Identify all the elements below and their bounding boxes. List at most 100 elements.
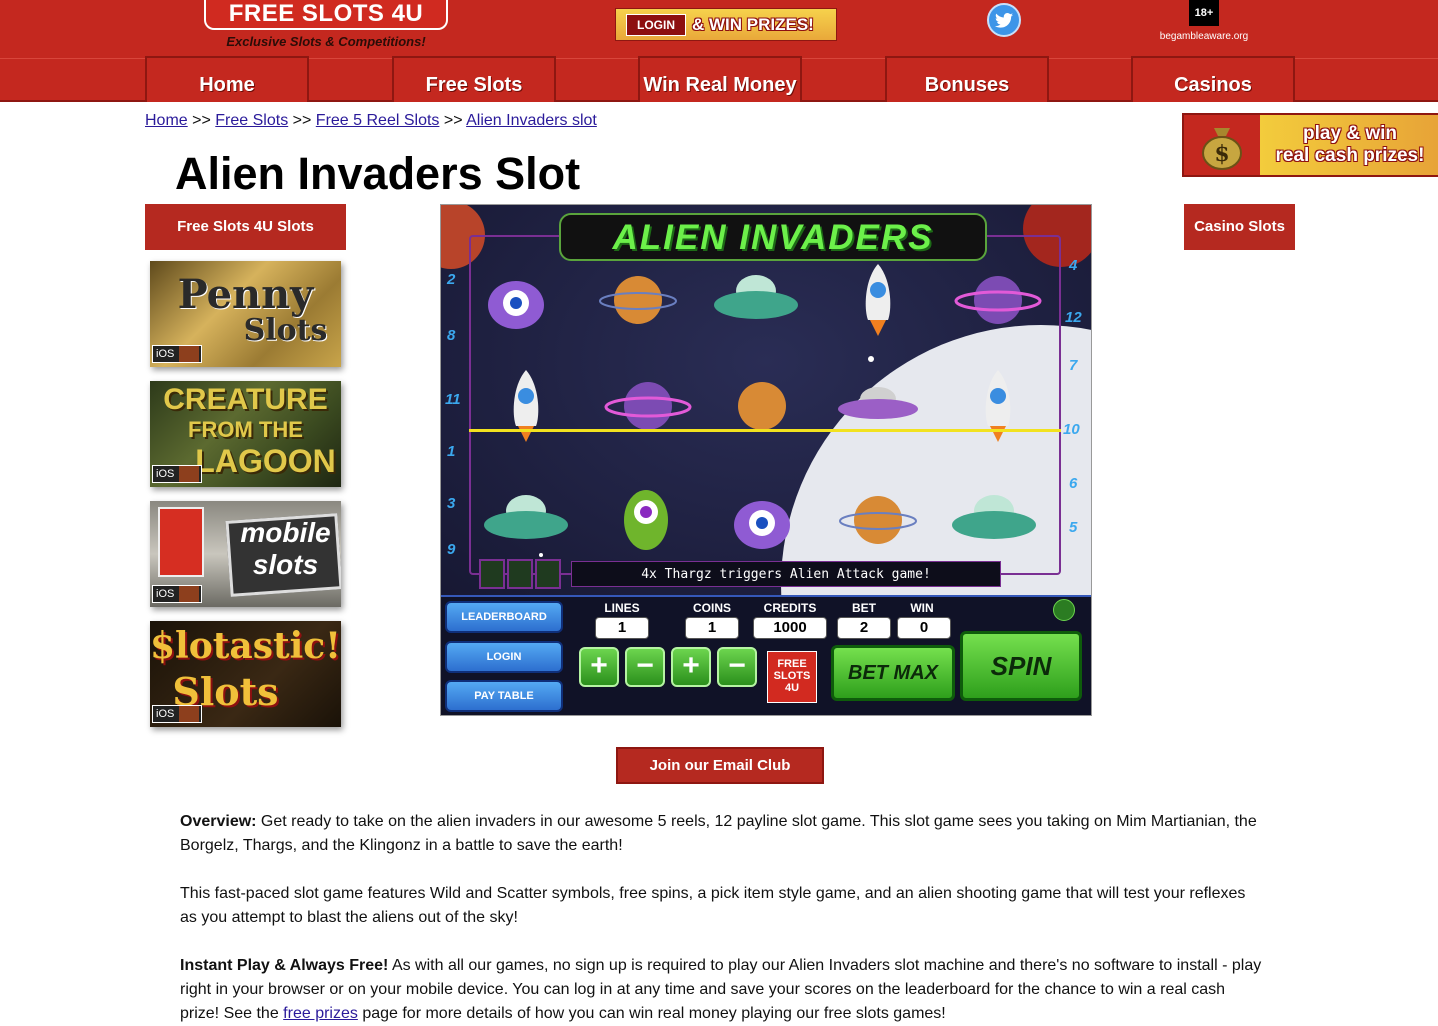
free-prizes-link[interactable]: free prizes (283, 1005, 358, 1022)
rocket-icon (481, 361, 571, 451)
overview-paragraph: Overview: Get ready to take on the alien… (180, 810, 1262, 858)
rocket-icon (833, 255, 923, 345)
creature-lagoon-thumb[interactable]: CREATURE FROM THE LAGOON iOS (150, 381, 341, 487)
instant-play-label: Instant Play & Always Free! (180, 957, 389, 974)
coins-label: COINS (692, 601, 731, 615)
coins-minus-button[interactable]: − (717, 647, 757, 687)
sound-toggle-icon[interactable] (1053, 599, 1075, 621)
payline-number-left[interactable]: 1 (447, 443, 455, 460)
play-win-text: play & win real cash prizes! (1260, 123, 1438, 167)
breadcrumb-free-slots[interactable]: Free Slots (215, 112, 288, 129)
payline-number-right[interactable]: 12 (1065, 309, 1082, 326)
android-icon (179, 466, 199, 482)
penny-slots-thumb[interactable]: Penny Slots iOS (150, 261, 341, 367)
mobile-slots-title-2: slots (252, 549, 319, 580)
free-slots-4u-slots-header[interactable]: Free Slots 4U Slots (145, 204, 346, 250)
overview-text: Get ready to take on the alien invaders … (180, 813, 1257, 854)
bet-max-button[interactable]: BET MAX (831, 645, 955, 701)
payline-number-right[interactable]: 4 (1069, 257, 1077, 274)
breadcrumb: Home >> Free Slots >> Free 5 Reel Slots … (145, 112, 597, 130)
ufo-icon (711, 255, 801, 345)
credits-value: 1000 (753, 617, 827, 639)
bet-value: 2 (837, 617, 891, 639)
lines-value: 1 (595, 617, 649, 639)
site-header: FREE SLOTS 4U Exclusive Slots & Competit… (0, 0, 1438, 102)
casino-slots-header[interactable]: Casino Slots (1184, 204, 1295, 250)
android-icon (179, 346, 199, 362)
payline-number-right[interactable]: 10 (1063, 421, 1080, 438)
os-badge: iOS (152, 465, 202, 483)
creature-title-1: CREATURE (163, 383, 328, 416)
instant-play-text-end: page for more details of how you can win… (357, 1005, 946, 1022)
penny-slots-title: Penny (177, 271, 314, 318)
bonus-indicators (479, 559, 563, 594)
bonus-indicator (535, 559, 561, 589)
win-label: WIN (910, 601, 934, 615)
mobile-slots-thumb[interactable]: mobile slots iOS (150, 501, 341, 607)
age-18-badge: 18+ (1189, 0, 1219, 26)
lines-minus-button[interactable]: − (625, 647, 665, 687)
spin-button[interactable]: SPIN (960, 631, 1082, 701)
twitter-icon[interactable] (987, 3, 1021, 37)
win-value: 0 (897, 617, 951, 639)
page-title: Alien Invaders Slot (175, 148, 581, 199)
nav-tab-win-real-money[interactable]: Win Real Money (638, 56, 802, 102)
orange-planet-icon (717, 361, 807, 451)
payline-number-left[interactable]: 2 (447, 271, 455, 288)
breadcrumb-free-5-reel-slots[interactable]: Free 5 Reel Slots (316, 112, 440, 129)
coins-plus-button[interactable]: + (671, 647, 711, 687)
penny-slots-subtitle: Slots (243, 313, 328, 348)
instant-play-paragraph: Instant Play & Always Free! As with all … (180, 954, 1262, 1026)
play-win-ad-banner[interactable]: $ play & win real cash prizes! (1182, 113, 1438, 177)
login-button[interactable]: LOGIN (626, 13, 686, 36)
game-message: 4x Thargz triggers Alien Attack game! (571, 561, 1001, 587)
alien-purple-icon (471, 255, 561, 345)
purple-planet-icon (603, 361, 693, 451)
leaderboard-button[interactable]: LEADERBOARD (445, 601, 563, 633)
alien-invaders-game[interactable]: ALIEN INVADERS 2 8 11 1 3 9 4 12 7 10 6 … (440, 204, 1092, 716)
coins-value: 1 (685, 617, 739, 639)
credits-label: CREDITS (763, 601, 817, 615)
ufo-icon (833, 361, 923, 451)
lines-label: LINES (604, 601, 640, 615)
lines-plus-button[interactable]: + (579, 647, 619, 687)
join-email-club-button[interactable]: Join our Email Club (616, 747, 824, 784)
ios-badge-label: iOS (156, 468, 175, 480)
login-win-banner[interactable]: LOGIN & WIN PRIZES! (615, 8, 837, 41)
game-title-logo: ALIEN INVADERS (559, 213, 987, 261)
nav-tab-bonuses[interactable]: Bonuses (885, 56, 1049, 102)
creature-title-2: FROM THE (188, 417, 303, 442)
free-slots-4u-game-logo: FREE SLOTS 4U (767, 651, 817, 703)
site-logo[interactable]: FREE SLOTS 4U (204, 0, 448, 30)
breadcrumb-current[interactable]: Alien Invaders slot (466, 112, 597, 129)
overview-label: Overview: (180, 813, 257, 830)
nav-tab-free-slots[interactable]: Free Slots (392, 56, 556, 102)
mobile-slots-title-1: mobile (240, 517, 331, 548)
payline-number-left[interactable]: 3 (447, 495, 455, 512)
nav-tab-home[interactable]: Home (145, 56, 309, 102)
nav-tab-casinos[interactable]: Casinos (1131, 56, 1295, 102)
payline-number-left[interactable]: 9 (447, 541, 455, 558)
bonus-indicator (507, 559, 533, 589)
os-badge: iOS (152, 705, 202, 723)
os-badge: iOS (152, 585, 202, 603)
payline-number-left[interactable]: 8 (447, 327, 455, 344)
orange-planet-icon (833, 475, 923, 565)
payline-number-right[interactable]: 6 (1069, 475, 1077, 492)
orange-planet-icon (593, 255, 683, 345)
os-badge: iOS (152, 345, 202, 363)
alien-green-icon (601, 475, 691, 565)
purple-planet-icon (953, 255, 1043, 345)
payline-number-right[interactable]: 7 (1069, 357, 1077, 374)
ios-badge-label: iOS (156, 708, 175, 720)
pay-table-button[interactable]: PAY TABLE (445, 680, 563, 712)
payline-number-left[interactable]: 11 (445, 391, 461, 408)
payline-number-right[interactable]: 5 (1069, 519, 1077, 536)
game-login-button[interactable]: LOGIN (445, 641, 563, 673)
ios-badge-label: iOS (156, 588, 175, 600)
bonus-indicator (479, 559, 505, 589)
svg-text:$: $ (1214, 141, 1229, 167)
breadcrumb-home[interactable]: Home (145, 112, 188, 129)
slotastic-slots-thumb[interactable]: $lotastic! Slots iOS (150, 621, 341, 727)
gamble-aware-link[interactable]: begambleaware.org (1145, 31, 1263, 42)
